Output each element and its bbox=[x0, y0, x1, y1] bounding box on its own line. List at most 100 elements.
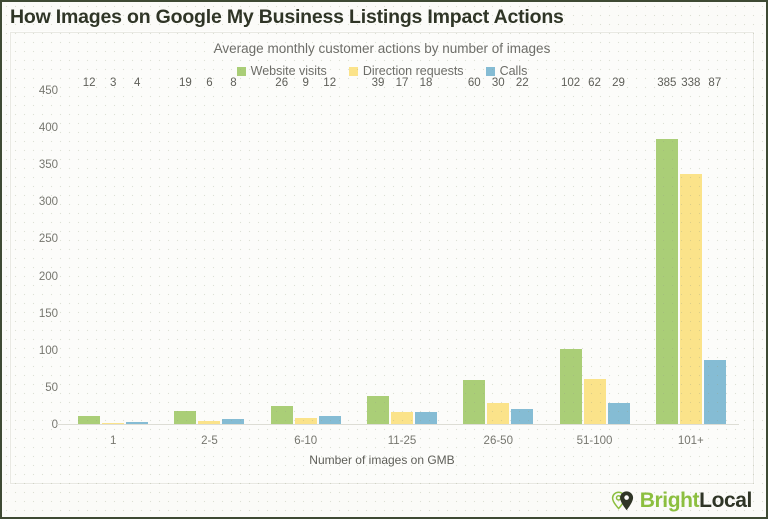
page-title: How Images on Google My Business Listing… bbox=[10, 6, 564, 28]
legend-label: Direction requests bbox=[362, 64, 464, 78]
bar-column[interactable]: 4 bbox=[126, 77, 149, 425]
bar-value-label: 3 bbox=[109, 77, 117, 89]
bar-column[interactable]: 29 bbox=[607, 77, 630, 425]
bar-column[interactable]: 22 bbox=[511, 77, 534, 425]
bar[interactable]: 19 bbox=[174, 77, 197, 425]
chart-legend: Website visits Direction requests Calls bbox=[11, 64, 753, 78]
bar[interactable]: 30 bbox=[487, 77, 510, 425]
bar[interactable]: 39 bbox=[366, 77, 389, 425]
bar[interactable]: 338 bbox=[679, 77, 702, 425]
x-axis-title: Number of images on GMB bbox=[309, 453, 455, 467]
x-axis-tick-label: 101+ bbox=[677, 435, 704, 447]
bar-column[interactable]: 385 bbox=[655, 77, 678, 425]
y-axis-tick-label: 450 bbox=[38, 85, 58, 97]
bar-column[interactable]: 62 bbox=[583, 77, 606, 425]
legend-item[interactable]: Website visits bbox=[236, 64, 327, 78]
chart-subtitle: Average monthly customer actions by numb… bbox=[213, 41, 551, 56]
brightlocal-logo: BrightLocal bbox=[611, 489, 752, 513]
bar-value-label: 17 bbox=[395, 77, 409, 89]
x-axis-tick-label: 11-25 bbox=[387, 435, 417, 447]
bar-value-label: 60 bbox=[467, 77, 481, 89]
bar-value-label: 6 bbox=[206, 77, 213, 89]
bar-column[interactable]: 87 bbox=[703, 77, 726, 425]
bar-column[interactable]: 30 bbox=[487, 77, 510, 425]
bar-groups: 12 3 4 19 6 8 26 9 12 39 17 18 60 30 22 102 62 29 385 338 87 bbox=[65, 77, 739, 425]
legend-item[interactable]: Direction requests bbox=[348, 64, 464, 78]
bar-value-label: 26 bbox=[275, 77, 289, 89]
bar[interactable]: 385 bbox=[655, 77, 678, 425]
bar-group: 60 30 22 bbox=[450, 77, 546, 425]
legend-label: Calls bbox=[499, 64, 528, 78]
y-axis-tick-label: 250 bbox=[38, 233, 58, 246]
bar-column[interactable]: 26 bbox=[270, 77, 293, 425]
y-axis-tick-label: 200 bbox=[38, 270, 58, 283]
legend-item[interactable]: Calls bbox=[485, 64, 528, 78]
map-pin-icon bbox=[611, 491, 633, 511]
bar[interactable]: 26 bbox=[270, 77, 293, 425]
bar-value-label: 9 bbox=[302, 77, 309, 89]
bar-value-label: 385 bbox=[657, 77, 677, 89]
x-axis-tick-label: 26-50 bbox=[483, 435, 513, 447]
bar-group: 19 6 8 bbox=[161, 77, 257, 425]
bar-column[interactable]: 39 bbox=[366, 77, 389, 425]
bar-column[interactable]: 8 bbox=[222, 77, 245, 425]
bar-group: 12 3 4 bbox=[65, 77, 161, 425]
x-axis-line bbox=[57, 424, 739, 425]
x-axis-tick-label: 2-5 bbox=[201, 435, 218, 447]
y-axis-tick-label: 350 bbox=[38, 159, 58, 172]
bar-column[interactable]: 3 bbox=[102, 77, 125, 425]
bar-value-label: 39 bbox=[371, 77, 385, 89]
bar[interactable]: 102 bbox=[559, 77, 582, 425]
bar-column[interactable]: 12 bbox=[78, 77, 101, 425]
bar-value-label: 19 bbox=[179, 77, 192, 89]
bar-column[interactable]: 60 bbox=[463, 77, 486, 425]
bar[interactable]: 29 bbox=[607, 77, 630, 425]
x-axis-tick-label: 1 bbox=[109, 435, 117, 447]
bar-value-label: 12 bbox=[323, 77, 337, 89]
bar-value-label: 8 bbox=[230, 77, 237, 89]
bar-column[interactable]: 9 bbox=[294, 77, 317, 425]
bar[interactable]: 22 bbox=[511, 77, 534, 425]
bar-column[interactable]: 338 bbox=[679, 77, 702, 425]
bar-group: 39 17 18 bbox=[354, 77, 450, 425]
logo-text-local: Local bbox=[699, 489, 752, 512]
plot-area: 450 400 350 300 250 200 150 100 50 0 12 3 4 19 6 8 26 9 1… bbox=[39, 77, 739, 431]
bar-column[interactable]: 19 bbox=[174, 77, 197, 425]
bar[interactable]: 87 bbox=[703, 77, 726, 425]
bar-value-label: 87 bbox=[708, 77, 722, 89]
bar-value-label: 4 bbox=[133, 77, 141, 89]
bar-value-label: 12 bbox=[82, 77, 96, 89]
bar-group: 26 9 12 bbox=[258, 77, 354, 425]
x-axis-tick-label: 51-100 bbox=[576, 435, 613, 447]
y-axis-tick-label: 50 bbox=[45, 381, 58, 394]
y-axis-tick-label: 0 bbox=[51, 419, 58, 431]
y-axis-tick-label: 400 bbox=[38, 122, 58, 135]
bar-column[interactable]: 102 bbox=[559, 77, 582, 425]
legend-swatch-icon bbox=[485, 66, 495, 76]
y-axis-tick-label: 100 bbox=[38, 344, 58, 357]
bar-value-label: 338 bbox=[681, 77, 701, 89]
bar-value-label: 22 bbox=[515, 77, 529, 89]
bar-value-label: 18 bbox=[419, 77, 433, 89]
bar-column[interactable]: 17 bbox=[390, 77, 413, 425]
legend-label: Website visits bbox=[250, 64, 327, 78]
y-axis-tick-label: 150 bbox=[38, 307, 58, 320]
bar-value-label: 30 bbox=[491, 77, 505, 89]
y-axis-tick-label: 300 bbox=[38, 196, 58, 209]
bar[interactable]: 18 bbox=[414, 77, 437, 425]
bar-column[interactable]: 6 bbox=[198, 77, 221, 425]
bar-value-label: 29 bbox=[612, 77, 625, 89]
chart-panel: Average monthly customer actions by numb… bbox=[10, 32, 754, 484]
bar-group: 102 62 29 bbox=[546, 77, 642, 425]
bar-column[interactable]: 12 bbox=[318, 77, 341, 425]
bar-value-label: 62 bbox=[588, 77, 601, 89]
x-axis-tick-labels: 1 2-5 6-10 11-25 26-50 51-100 101+ bbox=[65, 435, 739, 447]
bar[interactable]: 62 bbox=[583, 77, 606, 425]
legend-swatch-icon bbox=[348, 66, 358, 76]
bar-column[interactable]: 18 bbox=[414, 77, 437, 425]
x-axis-tick-label: 6-10 bbox=[294, 435, 318, 447]
bar-value-label: 102 bbox=[560, 77, 581, 89]
bar-group: 385 338 87 bbox=[643, 77, 739, 425]
bar[interactable]: 60 bbox=[463, 77, 486, 425]
logo-text-bright: Bright bbox=[639, 489, 700, 512]
